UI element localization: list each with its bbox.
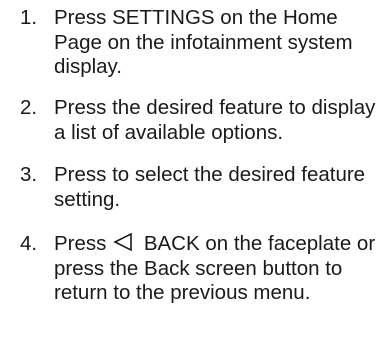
step-number: 2. [20,96,38,119]
step-number: 3. [20,163,38,186]
step-text: Press to select the desired feature sett… [54,163,366,211]
back-triangle-icon [113,232,132,252]
step-number: 1. [20,6,38,29]
step-number: 4. [20,232,38,255]
step-text: Press SETTINGS on the Home Page on the i… [54,6,353,78]
step-text: Press BACK on the faceplate or press the… [54,232,384,306]
step-text-before-icon: Press [54,232,107,255]
step-text: Press the desired feature to display a l… [54,96,376,144]
